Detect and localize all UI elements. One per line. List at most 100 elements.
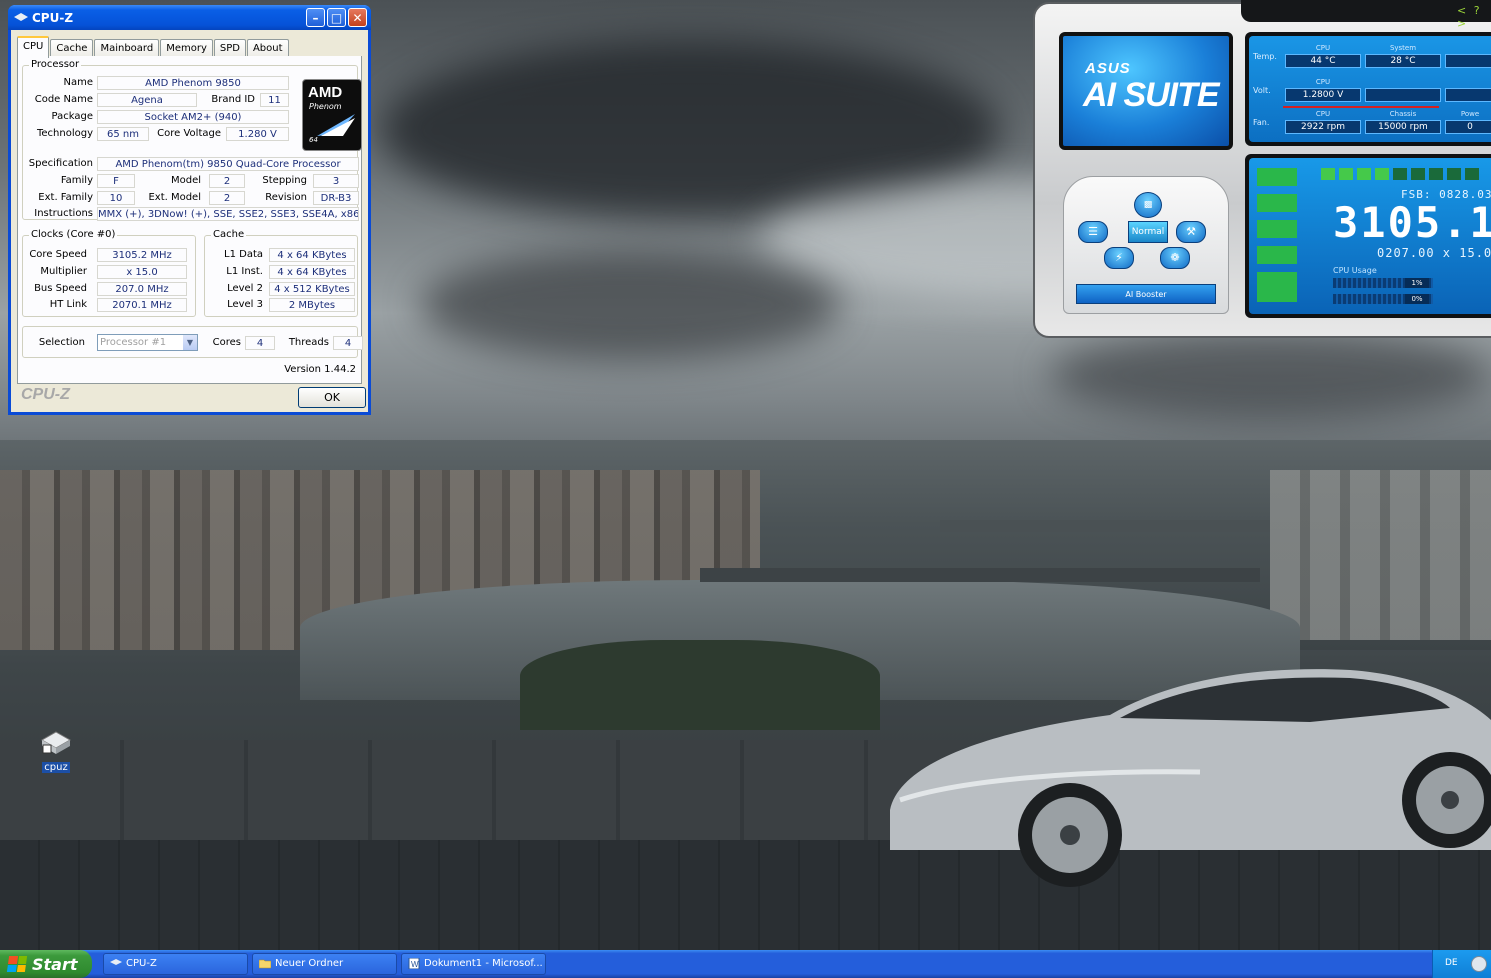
level-led <box>1393 168 1407 180</box>
codename-value: Agena <box>97 93 197 107</box>
fan-chassis-value: 15000 rpm <box>1365 120 1441 134</box>
maximize-button[interactable]: □ <box>327 8 346 27</box>
desktop-icon-cpuz[interactable]: cpuz <box>38 730 74 773</box>
instructions-value: MMX (+), 3DNow! (+), SSE, SSE2, SSE3, SS… <box>97 207 359 221</box>
cpuz-titlebar[interactable]: CPU-Z – □ ✕ <box>8 5 371 30</box>
volt-cpu: CPU 1.2800 V <box>1285 78 1361 104</box>
cores-label: Cores <box>212 337 241 348</box>
level-led <box>1339 168 1353 180</box>
frequency-display-inner: FSB: 0828.03 3105.12 0207.00 x 15.0 CPU … <box>1249 158 1491 314</box>
system-tray: DE <box>1432 950 1491 978</box>
clocks-group-title: Clocks (Core #0) <box>29 229 118 240</box>
volt-empty <box>1365 78 1441 104</box>
tab-cpu[interactable]: CPU <box>17 36 50 58</box>
corespeed-label: Core Speed <box>29 249 87 260</box>
version-label: Version 1.44.2 <box>284 364 356 375</box>
svg-text:W: W <box>411 960 419 969</box>
close-button[interactable]: ✕ <box>348 8 367 27</box>
spec-value: AMD Phenom(tm) 9850 Quad-Core Processor <box>97 157 359 171</box>
level-led <box>1447 168 1461 180</box>
cpu-tab-panel: Processor Name AMD Phenom 9850 Code Name… <box>17 56 363 384</box>
tray-app-icon[interactable] <box>1471 956 1487 972</box>
corespeed-value: 3105.2 MHz <box>97 248 187 262</box>
l1data-value: 4 x 64 KBytes <box>269 248 355 262</box>
l3-value: 2 MBytes <box>269 298 355 312</box>
cpuz-title-icon <box>14 12 28 21</box>
amd-phenom-logo: AMD Phenom 64 <box>302 79 362 151</box>
l1inst-value: 4 x 64 KBytes <box>269 265 355 279</box>
cloud <box>420 250 840 360</box>
cache-group: Cache L1 Data 4 x 64 KBytes L1 Inst. 4 x… <box>204 229 358 317</box>
volt-empty-value <box>1365 88 1441 102</box>
processor-select[interactable]: Processor #1 ▼ <box>97 334 198 351</box>
volt-empty-header <box>1365 78 1441 87</box>
monitor-icon-button[interactable]: ▩ <box>1134 192 1162 218</box>
asus-logo-text: ASUS <box>1085 60 1131 77</box>
threads-value: 4 <box>333 336 363 350</box>
folder-icon <box>259 959 271 969</box>
ai-suite-logo: ASUS AI SUITE <box>1059 32 1233 150</box>
minimize-icon: – <box>312 10 319 25</box>
htlink-value: 2070.1 MHz <box>97 298 187 312</box>
level-bar <box>1257 220 1297 238</box>
cpuz-app-icon <box>40 731 72 754</box>
fan-icon-button[interactable]: ❁ <box>1160 247 1190 269</box>
hardware-monitor-panel: Temp. CPU 44 °C System 28 °C Volt. CPU 1… <box>1245 32 1491 146</box>
fan-power: Powe 0 <box>1445 110 1491 136</box>
fan-row: Fan. CPU 2922 rpm Chassis 15000 rpm Powe… <box>1249 108 1491 140</box>
level-led <box>1465 168 1479 180</box>
technology-value: 65 nm <box>97 127 149 141</box>
temp-row-label: Temp. <box>1253 52 1277 61</box>
technology-label: Technology <box>36 128 93 139</box>
temp-extra <box>1445 44 1491 70</box>
task-label: Dokument1 - Microsof... <box>424 958 543 969</box>
wrench-icon-button[interactable]: ⚒ <box>1176 221 1206 243</box>
name-label: Name <box>63 77 93 88</box>
lightning-icon-button[interactable]: ⚡ <box>1104 247 1134 269</box>
level-bar <box>1257 272 1297 302</box>
bridge-far <box>940 520 1270 532</box>
language-indicator[interactable]: DE <box>1445 958 1458 968</box>
multiplier-value: x 15.0 <box>97 265 187 279</box>
revision-label: Revision <box>265 192 307 203</box>
brandid-value: 11 <box>260 93 289 107</box>
temp-system: System 28 °C <box>1365 44 1441 70</box>
windows-logo-icon <box>6 956 28 972</box>
processor-group-title: Processor <box>29 59 82 70</box>
taskbar-item-cpuz[interactable]: CPU-Z <box>103 953 248 975</box>
corevoltage-value: 1.280 V <box>226 127 289 141</box>
volt-cpu-value: 1.2800 V <box>1285 88 1361 102</box>
fan-chassis-header: Chassis <box>1389 110 1417 118</box>
taskbar-item-folder[interactable]: Neuer Ordner <box>252 953 397 975</box>
hardware-monitor-inner: Temp. CPU 44 °C System 28 °C Volt. CPU 1… <box>1249 36 1491 142</box>
minimize-button[interactable]: – <box>306 8 325 27</box>
ai-booster-button[interactable]: AI Booster <box>1076 284 1216 304</box>
cpu-usage-label: CPU Usage <box>1333 266 1377 275</box>
extfamily-value: 10 <box>97 191 135 205</box>
cpuz-window[interactable]: CPU-Z – □ ✕ CPU Cache Mainboard Memory S… <box>8 5 371 415</box>
cpu-usage-value-2: 0% <box>1405 294 1429 304</box>
temp-system-header: System <box>1389 44 1417 52</box>
ai-suite-nav-buttons[interactable]: < ? > <box>1457 4 1491 30</box>
ai-suite-widget[interactable]: < ? > ASUS AI SUITE ▩ ☰ Normal ⚒ ⚡ ❁ AI … <box>1033 0 1491 340</box>
family-label: Family <box>60 175 93 186</box>
start-button[interactable]: Start <box>0 950 92 978</box>
desktop-icon-label: cpuz <box>42 762 70 773</box>
temp-cpu-value: 44 °C <box>1285 54 1361 68</box>
processor-select-value: Processor #1 <box>100 337 167 348</box>
temp-cpu-header: CPU <box>1315 44 1331 52</box>
package-value: Socket AM2+ (940) <box>97 110 289 124</box>
spec-label: Specification <box>28 158 93 169</box>
multiplier-readout: 0207.00 x 15.0 <box>1377 246 1491 260</box>
sliders-icon-button[interactable]: ☰ <box>1078 221 1108 243</box>
normal-mode-button[interactable]: Normal <box>1128 221 1168 243</box>
ok-button[interactable]: OK <box>298 387 366 408</box>
chevron-down-icon[interactable]: ▼ <box>183 335 197 350</box>
logo-brand: AMD <box>308 84 343 101</box>
codename-label: Code Name <box>34 94 93 105</box>
window-title: CPU-Z <box>32 10 74 25</box>
taskbar-item-word[interactable]: W Dokument1 - Microsof... <box>401 953 546 975</box>
trees <box>520 640 880 730</box>
temp-system-value: 28 °C <box>1365 54 1441 68</box>
temp-extra-value <box>1445 54 1491 68</box>
